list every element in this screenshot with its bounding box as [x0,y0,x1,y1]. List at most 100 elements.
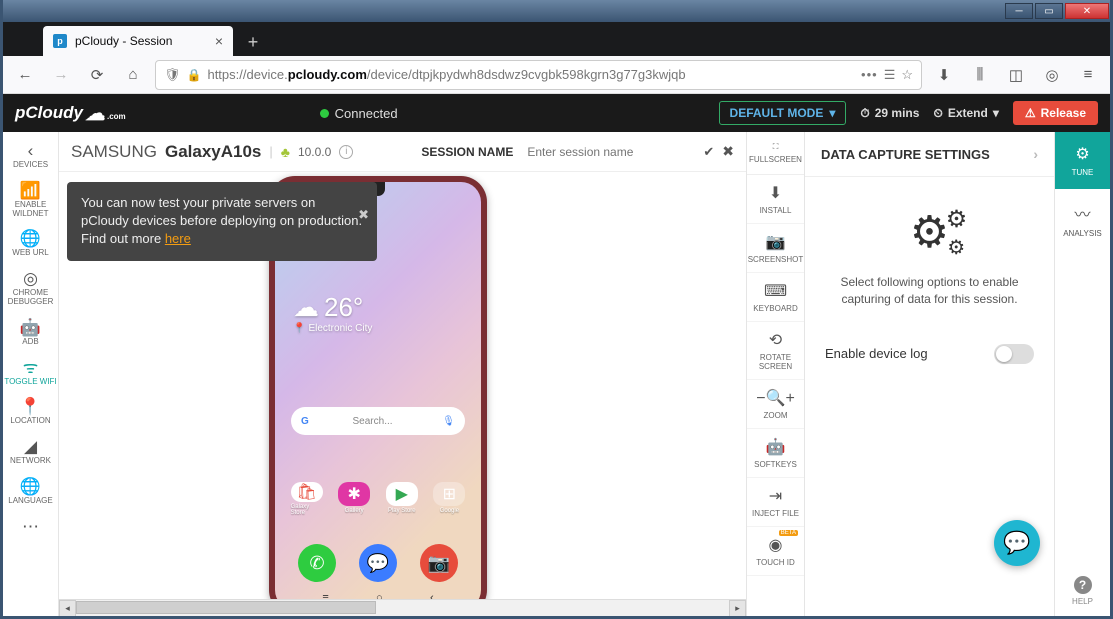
android-icon: 🤖 [766,437,786,457]
os-maximize-button[interactable]: ▭ [1035,3,1063,19]
nav-adb[interactable]: 🤖ADB [3,313,58,353]
url-bar[interactable]: 🛡 🔒 https://device.pcloudy.com/device/dt… [155,60,922,90]
google-search-pill[interactable]: G Search... 🎙 [291,407,465,435]
tool-rotate[interactable]: ⟲ROTATE SCREEN [747,322,804,380]
phone-app-icon[interactable]: ✆ [298,544,336,582]
galaxy-store-icon[interactable]: 🛍 [291,482,323,502]
nav-more[interactable]: ⋯ [3,512,58,541]
tab-favicon-icon: p [53,34,67,48]
browser-tab[interactable]: p pCloudy - Session × [43,26,233,56]
os-minimize-button[interactable]: ─ [1005,3,1033,19]
wildnet-tooltip: ✖ You can now test your private servers … [67,182,377,261]
account-icon[interactable]: ◎ [1038,61,1066,89]
menu-icon[interactable]: ≡ [1074,61,1102,89]
mode-dropdown[interactable]: DEFAULT MODE▾ [719,101,847,125]
inject-icon: ⇥ [769,486,782,506]
library-icon[interactable]: ⫼ [966,61,994,89]
device-log-toggle[interactable] [994,344,1034,364]
chevron-down-icon: ▾ [829,106,835,120]
horizontal-scrollbar[interactable]: ◂ ▸ [59,599,746,616]
device-version: 10.0.0 [298,145,331,159]
new-tab-button[interactable]: + [239,28,267,56]
nav-language[interactable]: 🌐LANGUAGE [3,472,58,512]
fullscreen-icon: ⛶ [773,142,779,152]
gallery-icon[interactable]: ✱ [338,482,370,506]
tool-keyboard[interactable]: ⌨KEYBOARD [747,273,804,322]
messages-app-icon[interactable]: 💬 [359,544,397,582]
nav-location[interactable]: 📍LOCATION [3,392,58,432]
rightnav-help[interactable]: ?HELP [1072,566,1093,616]
chevron-right-icon: › [1033,146,1038,162]
camera-app-icon[interactable]: 📷 [420,544,458,582]
data-capture-panel: DATA CAPTURE SETTINGS › ⚙⚙⚙ Select follo… [804,132,1054,616]
toggle-label: Enable device log [825,346,928,361]
tooltip-link[interactable]: here [165,231,191,246]
gears-icon: ⚙⚙⚙ [910,207,949,258]
scroll-left-icon[interactable]: ◂ [59,600,76,617]
android-icon: ♣ [281,144,290,160]
chevron-left-icon: ‹ [28,142,34,159]
nav-wildnet[interactable]: 📶ENABLE WILDNET [3,176,58,225]
reload-button[interactable]: ⟳ [83,61,111,89]
location-icon: 📍 [20,398,41,415]
tool-screenshot[interactable]: 📷SCREENSHOT [747,224,804,273]
shield-icon: 🛡 [164,67,181,83]
warning-icon: ⚠ [1025,106,1036,120]
cancel-icon[interactable]: ✖ [722,143,734,160]
downloads-icon[interactable]: ⬇ [930,61,958,89]
tab-close-icon[interactable]: × [215,33,223,49]
nav-network[interactable]: ◢NETWORK [3,432,58,472]
info-icon[interactable]: i [339,145,353,159]
tooltip-close-icon[interactable]: ✖ [358,206,369,224]
zoom-icon: −🔍+ [756,388,795,408]
status-text: Connected [335,106,398,121]
download-icon: ⬇ [769,183,782,203]
os-close-button[interactable]: ✕ [1065,3,1109,19]
globe-icon: 🌐 [20,230,41,247]
session-name-label: SESSION NAME [421,145,513,159]
tool-fullscreen[interactable]: ⛶FULLSCREEN [747,132,804,175]
session-timer: ⏱ 29 mins [860,106,919,121]
nav-toggle-wifi[interactable]: ᯤTOGGLE WIFI [3,353,58,393]
nav-weburl[interactable]: 🌐WEB URL [3,224,58,264]
bookmark-icon[interactable]: ☆ [901,67,913,83]
extend-button[interactable]: ⏲ Extend ▾ [933,106,998,121]
device-model: GalaxyA10s [165,142,261,162]
tool-inject-file[interactable]: ⇥INJECT FILE [747,478,804,527]
device-infobar: SAMSUNG GalaxyA10s | ♣ 10.0.0 i SESSION … [59,132,746,172]
nav-devices[interactable]: ‹DEVICES [3,136,58,176]
android-icon: 🤖 [20,319,41,336]
tool-touch-id[interactable]: BETA◉TOUCH ID [747,527,804,576]
reader-icon[interactable]: ☰ [884,67,896,83]
more-icon: ⋯ [22,518,39,535]
back-button[interactable]: ← [11,61,39,89]
chat-fab[interactable]: 💬 [994,520,1040,566]
rightnav-analysis[interactable]: 〰ANALYSIS [1055,189,1110,250]
antenna-icon: 📶 [20,182,41,199]
panel-title-row[interactable]: DATA CAPTURE SETTINGS › [805,132,1054,177]
confirm-icon[interactable]: ✔ [703,144,714,160]
scroll-right-icon[interactable]: ▸ [729,600,746,617]
device-brand: SAMSUNG [71,142,157,162]
release-button[interactable]: ⚠ Release [1013,101,1098,125]
tool-zoom[interactable]: −🔍+ZOOM [747,380,804,429]
app-logo[interactable]: pCloudy☁.com [15,101,126,126]
play-store-icon[interactable]: ▶ [386,482,418,506]
tool-softkeys[interactable]: 🤖SOFTKEYS [747,429,804,478]
stopwatch-icon: ⏱ [860,106,869,121]
scrollbar-thumb[interactable] [76,601,376,614]
weather-widget: ☁26° 📍Electronic City [293,292,372,334]
tool-install[interactable]: ⬇INSTALL [747,175,804,224]
google-folder-icon[interactable]: ⊞ [433,482,465,506]
home-button[interactable]: ⌂ [119,61,147,89]
sidebar-icon[interactable]: ◫ [1002,61,1030,89]
page-actions-icon[interactable]: ••• [861,67,878,82]
signal-icon: ◢ [24,438,37,455]
forward-button[interactable]: → [47,61,75,89]
google-g-icon: G [301,416,309,427]
language-icon: 🌐 [20,478,41,495]
session-name-input[interactable] [527,145,667,159]
wifi-icon: ᯤ [23,359,39,376]
rightnav-tune[interactable]: ⚙TUNE [1055,132,1110,189]
nav-chrome-debugger[interactable]: ◎CHROME DEBUGGER [3,264,58,313]
